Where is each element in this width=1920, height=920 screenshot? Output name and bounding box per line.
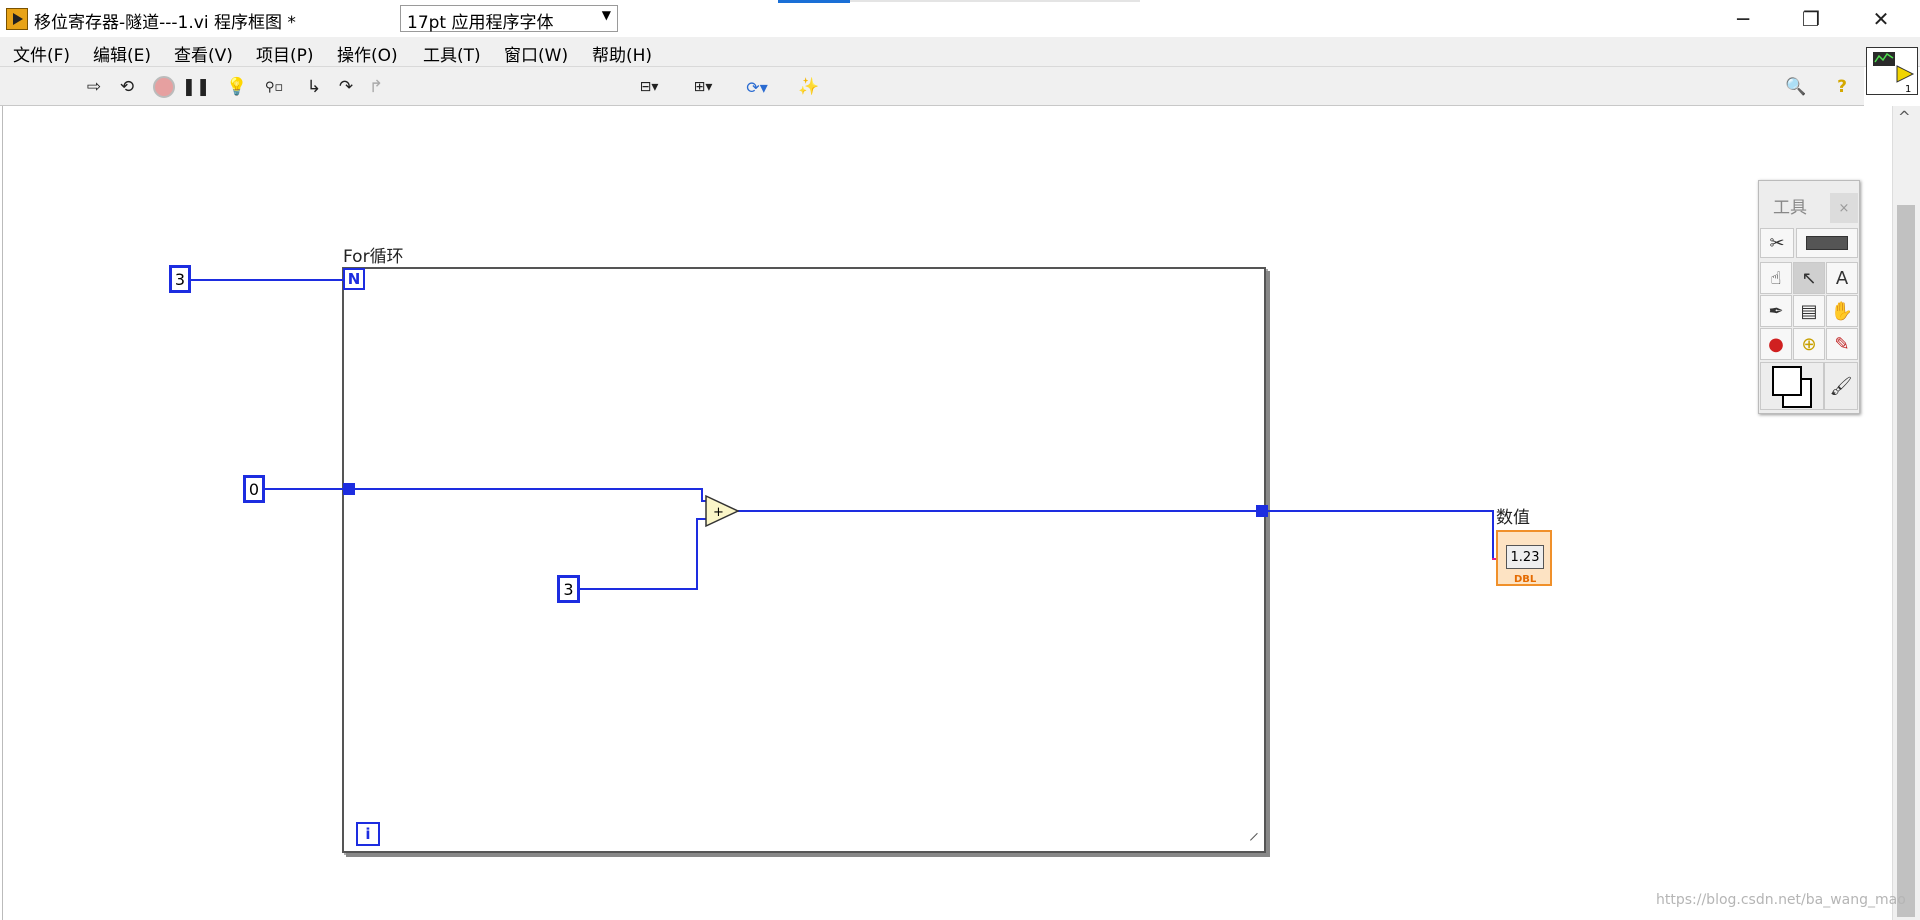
reorder-icon[interactable]: ⟳▾ <box>738 76 776 98</box>
position-arrow-icon[interactable]: ↖ <box>1793 262 1825 294</box>
indicator-label: 数值 <box>1496 508 1530 528</box>
step-over-icon[interactable]: ↷ <box>334 76 358 98</box>
title-accent-bar-grey <box>850 0 1140 2</box>
menu-file[interactable]: 文件(F) <box>13 41 70 66</box>
watermark: https://blog.csdn.net/ba_wang_mao <box>1656 892 1906 908</box>
menu-help[interactable]: 帮助(H) <box>592 41 652 66</box>
chevron-down-icon: ▼ <box>601 8 611 22</box>
auto-tool-icon[interactable]: ✂ <box>1760 228 1794 258</box>
labview-app-icon <box>6 8 28 30</box>
menu-view[interactable]: 查看(V) <box>174 41 233 66</box>
add-symbol: + <box>713 505 724 520</box>
input-tunnel[interactable] <box>343 483 355 495</box>
count-terminal[interactable]: N <box>343 268 365 290</box>
step-into-icon[interactable]: ↳ <box>302 76 326 98</box>
maximize-button[interactable]: ❐ <box>1778 0 1844 37</box>
wire-sum-out[interactable] <box>738 510 1492 512</box>
scroll-hand-icon[interactable]: ✋ <box>1826 295 1858 327</box>
vi-connector-icon[interactable]: 1 <box>1866 47 1918 95</box>
run-arrow-icon[interactable]: ⇨ <box>82 76 106 98</box>
scrollbar-thumb[interactable] <box>1897 205 1915 917</box>
for-loop-label: For循环 <box>343 247 404 267</box>
wire-count[interactable] <box>190 279 344 281</box>
font-select[interactable]: 17pt 应用程序字体 ▼ <box>400 5 618 33</box>
cleanup-icon[interactable]: ✨ <box>794 76 824 98</box>
numeric-constant-init[interactable]: 0 <box>243 475 265 503</box>
paintbrush-icon[interactable]: 🖌 <box>1824 362 1858 410</box>
wire-add-const-rise[interactable] <box>696 518 698 590</box>
menu-window[interactable]: 窗口(W) <box>504 41 568 66</box>
add-function-node[interactable]: + <box>704 494 740 528</box>
search-icon[interactable]: 🔍 <box>1784 76 1808 98</box>
align-icon[interactable]: ⊟▾ <box>630 76 668 98</box>
auto-select-toggle-icon[interactable] <box>1796 228 1858 258</box>
font-select-value: 17pt 应用程序字体 <box>407 13 554 33</box>
indicator-value-display: 1.23 <box>1506 545 1544 569</box>
menu-operate[interactable]: 操作(O) <box>337 41 398 66</box>
numeric-constant-count[interactable]: 3 <box>169 265 191 293</box>
tools-palette-close-button[interactable]: × <box>1830 193 1858 223</box>
retain-wire-values-icon[interactable]: ⚲▫ <box>262 76 286 98</box>
wire-init[interactable] <box>264 488 702 490</box>
pause-icon[interactable]: ❚❚ <box>182 76 211 98</box>
scroll-up-arrow-icon[interactable]: ^ <box>1898 108 1911 126</box>
minimize-button[interactable]: ─ <box>1710 0 1776 37</box>
edit-text-icon[interactable]: A <box>1826 262 1858 294</box>
get-color-icon[interactable]: ✎ <box>1826 328 1858 360</box>
distribute-icon[interactable]: ⊞▾ <box>684 76 722 98</box>
indicator-type-label: DBL <box>1514 574 1537 585</box>
iteration-terminal[interactable]: i <box>356 822 380 846</box>
menu-edit[interactable]: 编辑(E) <box>93 41 151 66</box>
wire-add-const[interactable] <box>580 588 698 590</box>
highlight-execution-icon[interactable]: 💡 <box>225 76 249 98</box>
shortcut-menu-icon[interactable]: ▤ <box>1793 295 1825 327</box>
wire-sum-drop[interactable] <box>1492 510 1494 560</box>
vi-icon-graphic: 1 <box>1873 52 1915 95</box>
window-title: 移位寄存器-隧道---1.vi 程序框图 * <box>34 13 296 33</box>
tools-palette-title: 工具 <box>1773 198 1807 218</box>
probe-icon[interactable]: ⊕ <box>1793 328 1825 360</box>
for-loop-structure[interactable] <box>342 267 1266 853</box>
menu-project[interactable]: 项目(P) <box>256 41 314 66</box>
run-continuously-icon[interactable]: ⟲ <box>115 76 139 98</box>
title-accent-bar <box>778 0 850 3</box>
breakpoint-icon[interactable]: ● <box>1760 328 1792 360</box>
abort-icon[interactable] <box>152 76 176 98</box>
numeric-constant-add[interactable]: 3 <box>557 575 580 603</box>
menu-tools[interactable]: 工具(T) <box>423 41 481 66</box>
step-out-icon[interactable]: ↱ <box>364 76 388 98</box>
output-tunnel[interactable] <box>1256 505 1268 517</box>
close-button[interactable]: ✕ <box>1848 0 1914 37</box>
svg-text:1: 1 <box>1905 84 1911 94</box>
help-icon[interactable]: ? <box>1830 76 1854 98</box>
operate-hand-icon[interactable]: ☝ <box>1760 262 1792 294</box>
connect-wire-icon[interactable]: ✒ <box>1760 295 1792 327</box>
set-color-icon[interactable] <box>1760 362 1824 410</box>
